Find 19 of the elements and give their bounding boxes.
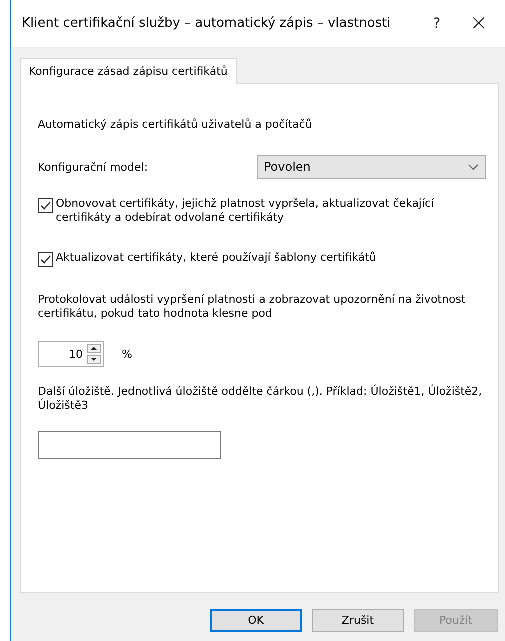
dialog-button[interactable]: OK: [210, 609, 302, 632]
percent-unit: %: [122, 348, 132, 360]
expiry-label: Protokolovat události vypršení platnosti a zobrazovat upozornění na životnost certifikátu, pokud tato hodnota klesne pod: [38, 293, 467, 321]
checkbox[interactable]: [38, 198, 53, 213]
section-heading: Automatický zápis certifikátů uživatelů a počítačů: [38, 118, 314, 131]
stores-label: Další úložiště. Jednotlivá úložiště oddělte čárkou (,). Příklad: Úložiště1, Úložiště2, Úložiště3: [38, 385, 484, 413]
config-model-label: Konfigurační model:: [38, 160, 148, 174]
tab[interactable]: Konfigurace zásad zápisu certifikátů: [20, 58, 237, 84]
caret-icon: [468, 164, 479, 170]
window-title: Klient certifikační služby – automatický zápis – vlastnosti: [22, 16, 392, 31]
config-model-dropdown[interactable]: Povolen: [257, 155, 486, 179]
help-button[interactable]: ?: [416, 8, 458, 38]
stores-input-field[interactable]: [38, 431, 221, 459]
percent-spinbox[interactable]: 10: [38, 341, 104, 367]
checkbox[interactable]: [38, 252, 53, 267]
dialog-button[interactable]: Zrušit: [312, 609, 404, 632]
checkbox-label: Aktualizovat certifikáty, které používají šablony certifikátů: [56, 251, 376, 265]
checkbox-label: Obnovovat certifikáty, jejichž platnost vypršela, aktualizovat čekající certifikáty a odebírat odvolané certifikáty: [56, 197, 436, 225]
close-button[interactable]: ×: [458, 8, 500, 38]
